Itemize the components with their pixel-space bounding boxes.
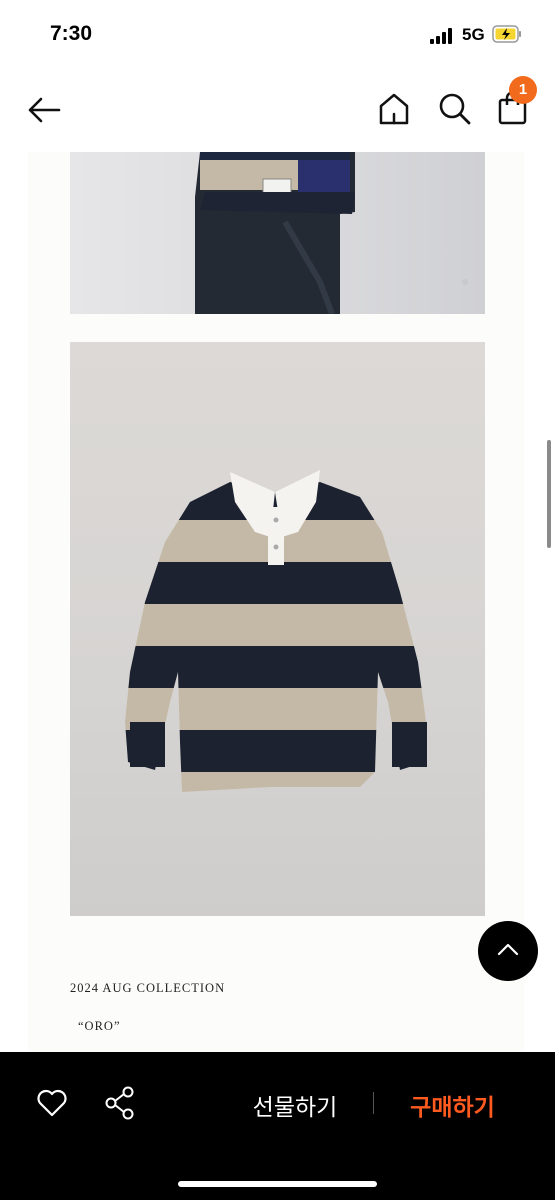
chevron-up-icon — [497, 943, 519, 956]
top-navigation: 1 — [0, 70, 555, 150]
status-bar: 7:30 5G — [0, 0, 555, 70]
gift-button[interactable]: 선물하기 — [215, 1088, 375, 1121]
product-photo-top — [70, 152, 485, 314]
search-button[interactable] — [438, 92, 472, 126]
product-detail-content: 2024 AUG COLLECTION “ORO” — [28, 152, 524, 1052]
battery-icon — [492, 25, 521, 43]
heart-icon — [37, 1089, 67, 1117]
product-photo-rugby-shirt — [70, 342, 485, 916]
share-button[interactable] — [104, 1086, 136, 1120]
home-indicator — [178, 1181, 377, 1187]
cart-count-badge: 1 — [509, 76, 537, 104]
home-button[interactable] — [378, 92, 410, 126]
back-arrow-icon — [28, 97, 61, 123]
share-icon — [105, 1086, 134, 1120]
divider — [373, 1092, 374, 1114]
status-time: 7:30 — [50, 22, 93, 45]
home-icon — [379, 93, 409, 125]
search-icon — [439, 93, 471, 125]
buy-button[interactable]: 구매하기 — [385, 1088, 520, 1121]
collection-label: 2024 AUG COLLECTION — [70, 981, 226, 995]
scrollbar[interactable] — [547, 440, 551, 548]
signal-strength-icon — [430, 28, 456, 44]
scroll-to-top-button[interactable] — [478, 921, 538, 981]
wishlist-button[interactable] — [36, 1088, 68, 1118]
back-button[interactable] — [26, 96, 62, 124]
network-type: 5G — [462, 25, 485, 44]
product-code: “ORO” — [78, 1019, 121, 1033]
cart-button[interactable]: 1 — [497, 76, 549, 128]
purchase-action-bar: 선물하기 구매하기 — [0, 1052, 555, 1200]
